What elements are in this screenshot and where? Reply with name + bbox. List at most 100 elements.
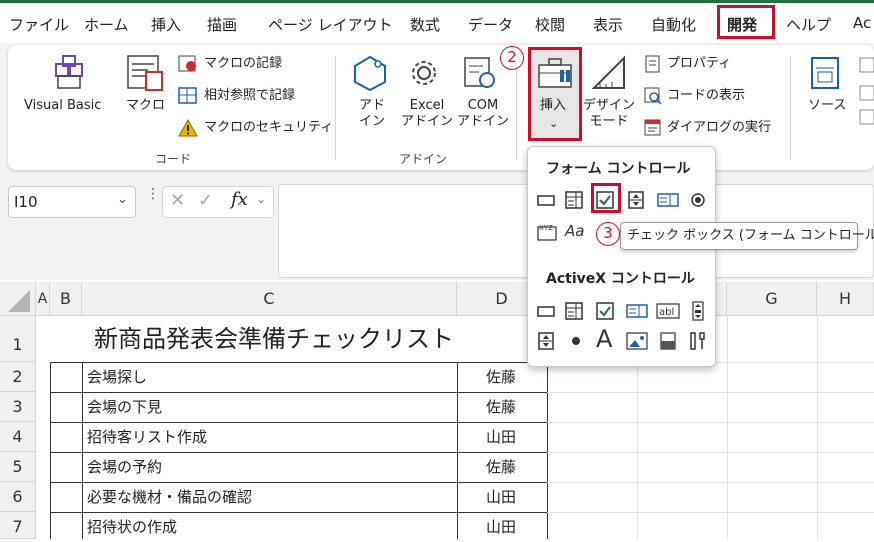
owner-cell[interactable]: 山田: [457, 482, 548, 513]
enter-icon[interactable]: ✓: [198, 190, 213, 211]
tab-draw[interactable]: 描画: [207, 14, 237, 35]
row-header[interactable]: 7: [0, 512, 36, 539]
activex-button-icon[interactable]: [536, 301, 556, 321]
macro-button[interactable]: マクロ: [126, 98, 165, 114]
xml-source-button[interactable]: ソース: [808, 98, 846, 114]
column-header-g[interactable]: G: [727, 282, 817, 316]
activex-image-icon[interactable]: [626, 331, 648, 351]
visual-basic-icon[interactable]: [50, 54, 90, 96]
tab-home[interactable]: ホーム: [84, 14, 129, 35]
warning-icon[interactable]: [178, 118, 198, 142]
name-box-value: I10: [14, 193, 38, 211]
more-options-icon[interactable]: ⋮: [146, 186, 160, 202]
activex-toggle-button-icon[interactable]: [658, 331, 678, 351]
com-addin-icon[interactable]: [459, 54, 499, 96]
run-dialog-icon[interactable]: [644, 119, 662, 141]
tab-page-layout[interactable]: ページ レイアウト: [268, 14, 392, 35]
form-controls-heading: フォーム コントロール: [546, 161, 691, 177]
xml-source-icon[interactable]: [806, 54, 846, 96]
checkbox-cell[interactable]: [50, 452, 83, 483]
view-code-icon[interactable]: [644, 87, 662, 109]
tab-acrobat[interactable]: Ac: [853, 14, 871, 32]
record-macro-icon[interactable]: [178, 54, 198, 78]
list-box-control-icon[interactable]: [657, 190, 679, 210]
cancel-icon[interactable]: ✕: [170, 190, 185, 211]
task-cell[interactable]: 会場探し: [82, 362, 458, 393]
column-header-h[interactable]: H: [817, 282, 874, 316]
xml-map-icon[interactable]: [858, 56, 874, 130]
tab-help[interactable]: ヘルプ: [786, 14, 831, 35]
column-header-a[interactable]: A: [36, 282, 50, 316]
excel-addin-button[interactable]: Excel アドイン: [401, 98, 453, 130]
owner-cell[interactable]: 佐藤: [457, 392, 548, 423]
properties-button[interactable]: プロパティ: [667, 55, 731, 73]
relative-reference-icon[interactable]: [178, 86, 198, 110]
checklist-title[interactable]: 新商品発表会準備チェックリスト: [82, 316, 547, 362]
activex-option-button-icon[interactable]: [566, 331, 586, 351]
checkbox-cell[interactable]: [50, 362, 83, 393]
visual-basic-button[interactable]: Visual Basic: [24, 98, 101, 114]
owner-cell[interactable]: 山田: [457, 422, 548, 453]
checkbox-cell[interactable]: [50, 392, 83, 423]
addin-button[interactable]: アド イン: [359, 98, 385, 130]
design-mode-icon[interactable]: [590, 54, 630, 96]
column-header-c[interactable]: C: [82, 282, 457, 316]
checkbox-cell[interactable]: [50, 512, 83, 539]
relative-reference-button[interactable]: 相対参照で記録: [204, 87, 295, 105]
owner-cell[interactable]: 佐藤: [457, 452, 548, 483]
macro-security-button[interactable]: マクロのセキュリティ: [204, 119, 333, 137]
row-header[interactable]: 5: [0, 452, 36, 482]
row-header[interactable]: 1: [0, 316, 36, 362]
more-controls-icon[interactable]: [688, 331, 708, 351]
activex-checkbox-icon[interactable]: [595, 301, 615, 321]
task-cell[interactable]: 会場の予約: [82, 452, 458, 483]
tab-automate[interactable]: 自動化: [651, 14, 696, 35]
row-header[interactable]: 6: [0, 482, 36, 512]
task-cell[interactable]: 会場の下見: [82, 392, 458, 423]
column-header-b[interactable]: B: [50, 282, 82, 316]
gridline: [547, 512, 874, 513]
tab-formulas[interactable]: 数式: [410, 14, 440, 35]
combo-box-control-icon[interactable]: [564, 190, 584, 210]
chevron-down-icon[interactable]: ⌄: [256, 192, 266, 206]
group-box-control-icon[interactable]: XYZ: [536, 222, 558, 242]
spin-button-control-icon[interactable]: [626, 190, 646, 210]
activex-list-box-icon[interactable]: [626, 301, 648, 321]
task-cell[interactable]: 必要な機材・備品の確認: [82, 482, 458, 513]
design-mode-button[interactable]: デザイン モード: [583, 98, 635, 130]
activex-spin-button-icon[interactable]: [536, 331, 556, 351]
worksheet-grid[interactable]: A B C D E F G H 1 2 3 4 5 6 7 新商品発表会準備チェ…: [0, 282, 874, 539]
button-control-icon[interactable]: [536, 190, 556, 210]
label-control-icon[interactable]: Aa: [565, 222, 584, 240]
macro-icon[interactable]: [124, 52, 168, 96]
addin-hexagon-icon[interactable]: [350, 54, 390, 96]
chevron-down-icon[interactable]: ⌄: [117, 192, 128, 207]
tab-insert[interactable]: 挿入: [151, 14, 181, 35]
checkbox-cell[interactable]: [50, 422, 83, 453]
checkbox-cell[interactable]: [50, 482, 83, 513]
tab-file[interactable]: ファイル: [9, 14, 69, 35]
row-header[interactable]: 2: [0, 362, 36, 392]
view-code-button[interactable]: コードの表示: [667, 87, 745, 105]
task-cell[interactable]: 招待状の作成: [82, 512, 458, 539]
tab-data[interactable]: データ: [468, 14, 513, 35]
record-macro-button[interactable]: マクロの記録: [204, 55, 282, 73]
properties-icon[interactable]: [644, 55, 662, 77]
option-button-control-icon[interactable]: [688, 190, 708, 210]
insert-function-icon[interactable]: fx: [231, 189, 248, 210]
row-header[interactable]: 4: [0, 422, 36, 452]
row-header[interactable]: 3: [0, 392, 36, 422]
run-dialog-button[interactable]: ダイアログの実行: [667, 119, 771, 137]
developer-tab-highlight: [717, 5, 775, 39]
activex-label-icon[interactable]: A: [596, 325, 612, 353]
task-cell[interactable]: 招待客リスト作成: [82, 422, 458, 453]
tab-view[interactable]: 表示: [593, 14, 623, 35]
activex-textbox-icon[interactable]: abl: [656, 301, 680, 321]
com-addin-button[interactable]: COM アドイン: [457, 98, 509, 130]
owner-cell[interactable]: 山田: [457, 512, 548, 539]
select-all-corner[interactable]: [0, 282, 36, 316]
tab-review[interactable]: 校閲: [535, 14, 565, 35]
gear-icon[interactable]: [404, 54, 444, 96]
activex-combo-box-icon[interactable]: [564, 301, 584, 321]
activex-scroll-bar-icon[interactable]: [688, 301, 708, 321]
